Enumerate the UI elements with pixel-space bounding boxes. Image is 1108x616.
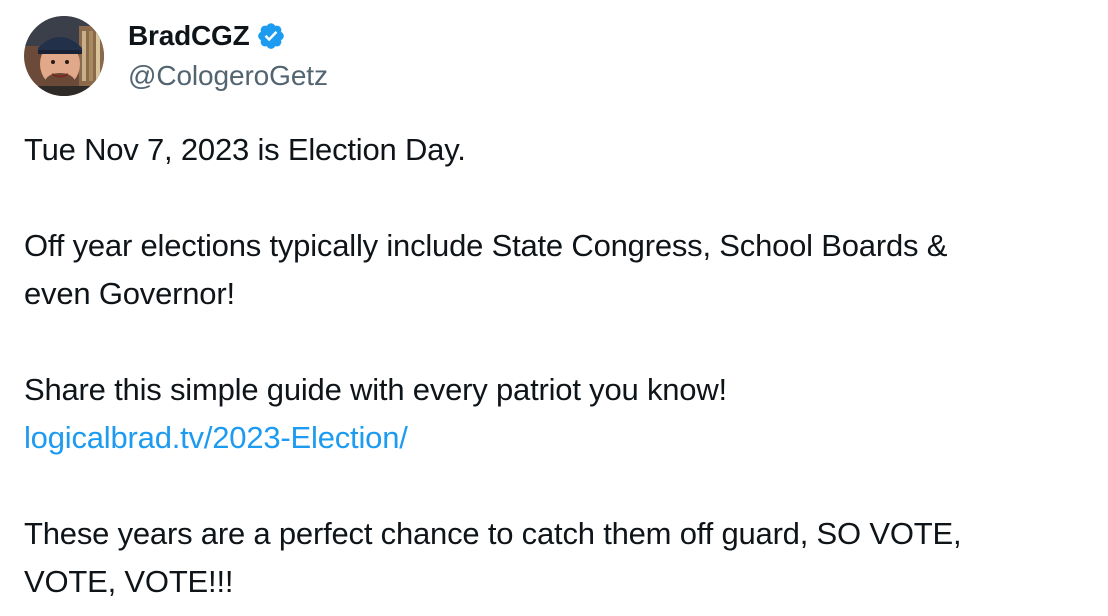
tweet-line-off-year-1: Off year elections typically include Sta… [24, 228, 948, 263]
author-handle[interactable]: @CologeroGetz [128, 56, 328, 96]
tweet-header: BradCGZ @CologeroGetz [24, 16, 328, 96]
tweet-card: BradCGZ @CologeroGetz Tue Nov 7, 2023 is… [0, 0, 1108, 616]
guide-link[interactable]: logicalbrad.tv/2023-Election/ [24, 420, 408, 455]
tweet-text: Tue Nov 7, 2023 is Election Day. Off yea… [24, 126, 1094, 606]
verified-badge-icon[interactable] [256, 21, 286, 51]
tweet-line-vote-2: VOTE, VOTE!!! [24, 564, 234, 599]
author-names: BradCGZ @CologeroGetz [128, 16, 328, 96]
display-name[interactable]: BradCGZ [128, 20, 250, 52]
display-name-row: BradCGZ [128, 16, 328, 56]
tweet-line-off-year-2: even Governor! [24, 276, 235, 311]
tweet-line-election-day: Tue Nov 7, 2023 is Election Day. [24, 132, 466, 167]
avatar[interactable] [24, 16, 104, 96]
tweet-line-vote-1: These years are a perfect chance to catc… [24, 516, 962, 551]
tweet-link-line: logicalbrad.tv/2023-Election/ [24, 414, 1094, 462]
avatar-image [24, 16, 104, 96]
tweet-line-share: Share this simple guide with every patri… [24, 372, 727, 407]
